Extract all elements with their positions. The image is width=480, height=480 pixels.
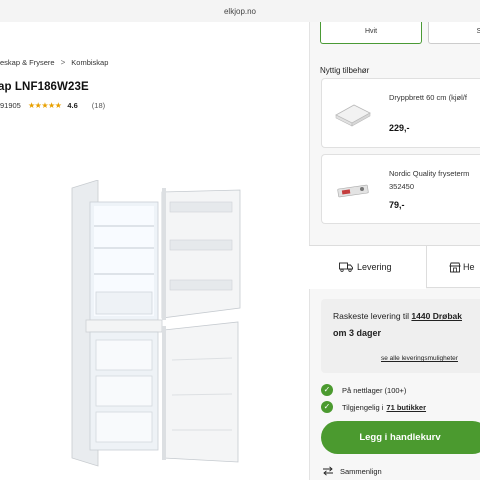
browser-url-bar[interactable]: elkjop.no (0, 0, 480, 22)
product-sku: 91905 (0, 101, 21, 110)
check-icon: ✓ (321, 401, 333, 413)
tab-levering-label: Levering (357, 262, 392, 272)
url-text: elkjop.no (223, 7, 257, 16)
online-stock-row: ✓ På nettlager (100+) (321, 384, 406, 396)
store-stock-prefix: Tilgjengelig i (342, 402, 384, 412)
color-variant-selector: Hvit S (320, 22, 480, 44)
variant-option-hvit[interactable]: Hvit (320, 22, 422, 44)
compare-icon (323, 466, 333, 476)
tab-levering[interactable]: Levering (309, 246, 427, 289)
store-stock-link[interactable]: 71 butikker (386, 403, 426, 412)
product-image[interactable] (60, 180, 270, 470)
delivery-options-link[interactable]: se alle leveringsmuligheter (381, 355, 458, 362)
delivery-days: om 3 dager (333, 328, 382, 338)
accessory-card-thermometer[interactable]: Nordic Quality fryseterm 352450 79,- (321, 154, 480, 224)
postal-code-link[interactable]: 1440 Drøbak (411, 311, 462, 321)
store-stock-row: ✓ Tilgjengelig i 71 butikker (321, 401, 426, 413)
product-title: ap LNF186W23E (0, 81, 89, 93)
thermometer-image (337, 184, 369, 198)
accessory-price: 79,- (389, 200, 405, 210)
add-to-cart-button[interactable]: Legg i handlekurv (321, 421, 480, 454)
store-icon (449, 262, 461, 272)
breadcrumb-item-category[interactable]: eskap & Frysere (0, 58, 55, 67)
rating-stars-icon[interactable]: ★★★★★ (28, 101, 62, 110)
breadcrumb: eskap & Frysere > Kombiskap (0, 58, 108, 67)
drip-tray-image (335, 104, 371, 127)
product-page: elkjop.no eskap & Frysere > Kombiskap ap… (0, 0, 480, 480)
tab-hent[interactable]: He (435, 246, 480, 288)
truck-icon (339, 262, 353, 272)
fastest-delivery-prefix: Raskeste levering til (333, 311, 412, 321)
review-count[interactable]: (18) (92, 101, 105, 110)
online-stock-text: På nettlager (100+) (342, 385, 407, 395)
tab-hent-label: He (463, 262, 475, 272)
accessories-heading: Nyttig tilbehør (320, 66, 370, 75)
accessory-card-drip-tray[interactable]: Dryppbrett 60 cm (kjøl/f 229,- (321, 78, 480, 148)
accessory-price: 229,- (389, 123, 410, 133)
variant-option-second[interactable]: S (428, 22, 480, 44)
fastest-delivery-text: Raskeste levering til 1440 Drøbak (333, 311, 462, 321)
breadcrumb-item-kombiskap[interactable]: Kombiskap (71, 58, 108, 67)
rating-value: 4.6 (67, 101, 78, 110)
product-meta: 91905 ★★★★★ 4.6 (18) (0, 101, 105, 110)
compare-label: Sammenlign (340, 466, 382, 476)
accessory-name: Nordic Quality fryseterm (389, 169, 470, 178)
chevron-right-icon: > (60, 58, 66, 67)
compare-toggle[interactable]: Sammenlign (322, 466, 382, 476)
accessory-name: Dryppbrett 60 cm (kjøl/f (389, 93, 467, 102)
accessory-sku: 352450 (389, 182, 415, 191)
delivery-info-box: Raskeste levering til 1440 Drøbak om 3 d… (321, 299, 480, 373)
delivery-tabs: Levering He (309, 245, 480, 289)
check-icon: ✓ (321, 384, 333, 396)
